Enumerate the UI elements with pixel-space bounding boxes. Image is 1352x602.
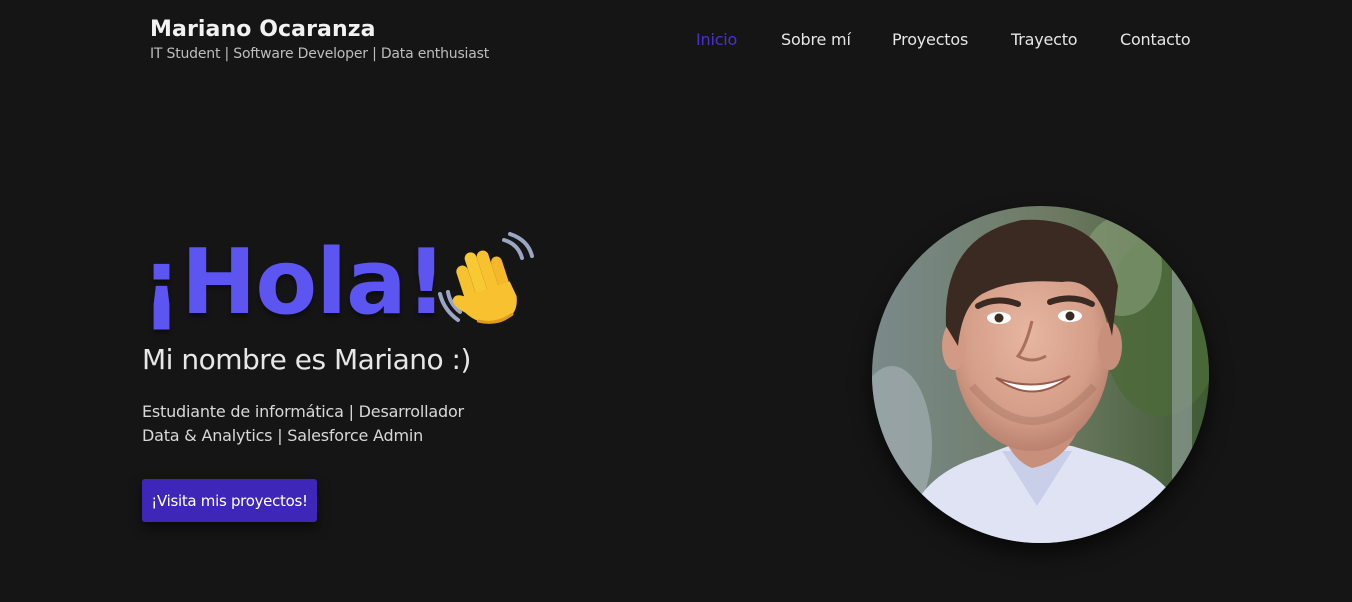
- hero-greeting: ¡Hola!: [141, 230, 447, 335]
- page: Mariano Ocaranza IT Student | Software D…: [0, 0, 1352, 602]
- hero-description: Estudiante de informática | Desarrollado…: [142, 400, 464, 448]
- visit-projects-button[interactable]: ¡Visita mis proyectos!: [142, 479, 317, 522]
- profile-photo: [872, 206, 1209, 543]
- nav-item-contacto[interactable]: Contacto: [1120, 30, 1191, 49]
- hero-description-line: Data & Analytics | Salesforce Admin: [142, 426, 424, 445]
- hero-subtitle: Mi nombre es Mariano :): [142, 343, 471, 376]
- waving-hand-icon: [438, 232, 534, 324]
- nav-item-inicio[interactable]: Inicio: [696, 30, 737, 49]
- main-nav: Inicio Sobre mí Proyectos Trayecto Conta…: [0, 30, 1352, 54]
- nav-item-proyectos[interactable]: Proyectos: [892, 30, 968, 49]
- nav-item-sobre-mi[interactable]: Sobre mí: [781, 30, 851, 49]
- hero-description-line: Estudiante de informática | Desarrollado…: [142, 402, 464, 421]
- nav-item-trayecto[interactable]: Trayecto: [1011, 30, 1078, 49]
